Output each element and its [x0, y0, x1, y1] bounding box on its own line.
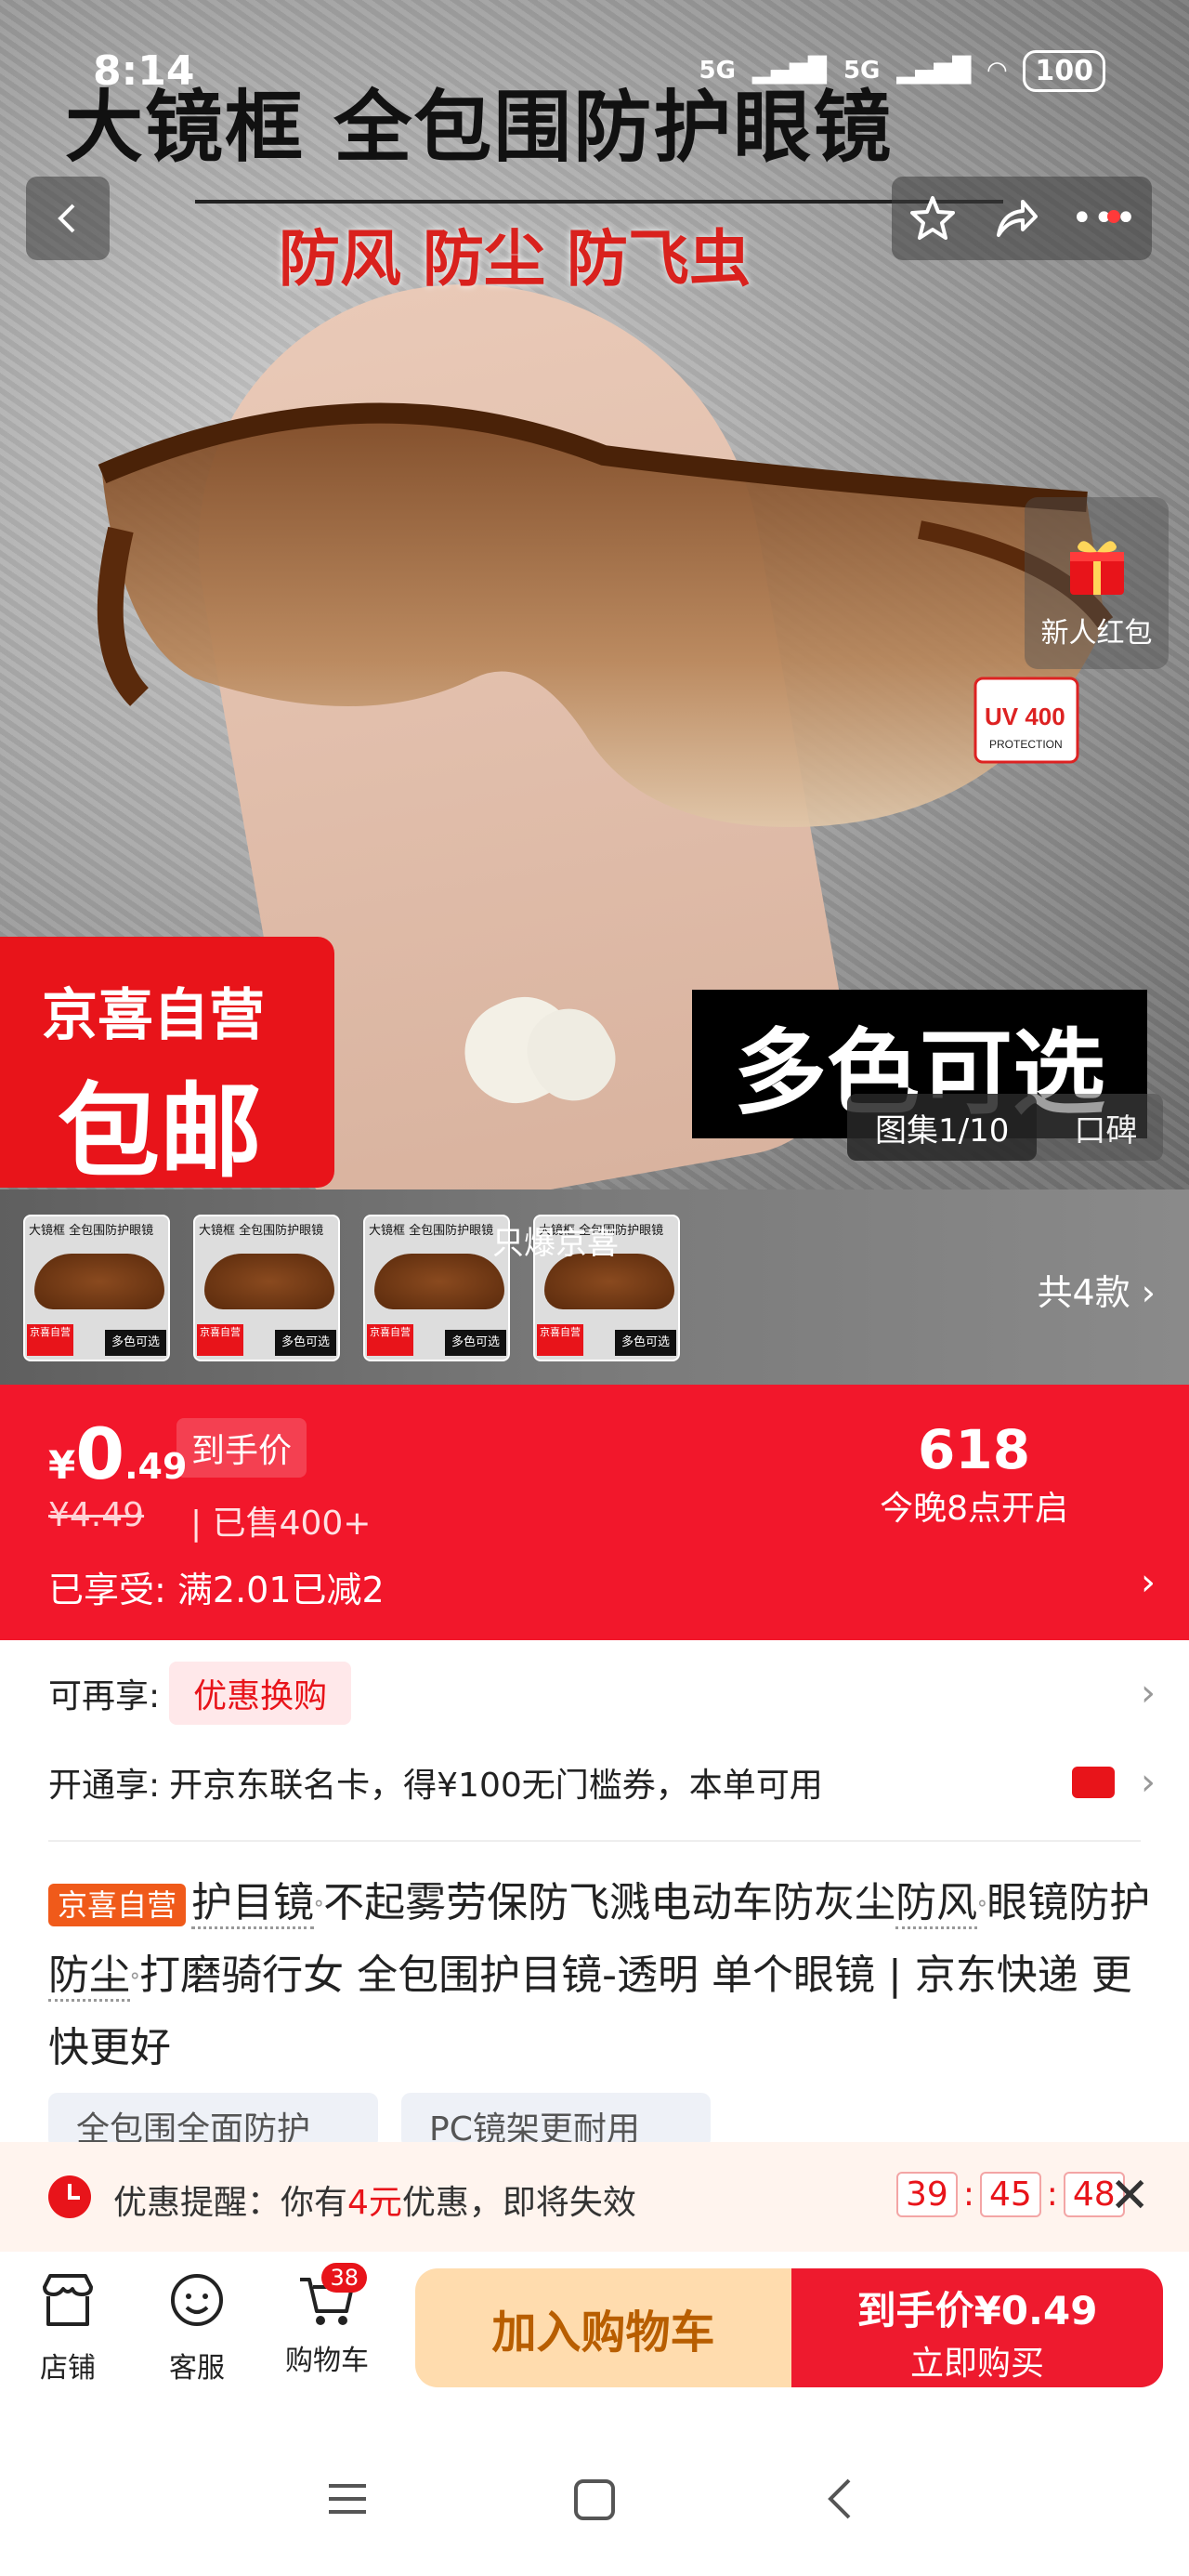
menu-icon[interactable] — [325, 2477, 370, 2521]
back-button[interactable] — [26, 177, 110, 260]
search-icon: ᐤ — [130, 1967, 140, 1995]
hero-subtitle: 防风 防尘 防飞虫 — [279, 223, 751, 295]
share-icon[interactable] — [989, 192, 1041, 244]
sku-strip: 大镜框 全包围防护眼镜 京喜自营 多色可选 大镜框 全包围防护眼镜 京喜自营 多色可… — [0, 1189, 1189, 1385]
countdown-timer: 39:45:48 — [896, 2172, 1125, 2217]
search-icon: ᐤ — [977, 1895, 987, 1923]
more-offers-label: 可再享: — [48, 1677, 161, 1715]
cart-icon: 38 — [296, 2263, 367, 2332]
battery: 100 — [1023, 49, 1105, 92]
final-price: ¥0.49 — [48, 1413, 188, 1495]
sku-thumbnail[interactable]: 大镜框 全包围防护眼镜 京喜自营 多色可选 — [363, 1215, 510, 1361]
sku-thumbnail[interactable]: 大镜框 全包围防护眼镜 京喜自营 多色可选 — [193, 1215, 340, 1361]
reminder-text: 优惠提醒：你有4元优惠，即将失效 — [113, 2184, 636, 2222]
card-icon — [1072, 1767, 1115, 1798]
card-offer-text: 开京东联名卡，得¥100无门槛券，本单可用 — [169, 1767, 823, 1805]
signal-icon: ▂▄▆█ — [751, 57, 827, 85]
live-tag: 只爆京喜 — [492, 1225, 619, 1262]
status-time: 8:14 — [93, 46, 195, 95]
red-packet-label: 新人红包 — [1040, 617, 1153, 650]
gift-icon — [1069, 541, 1124, 595]
signal-icon: ▂▄▆█ — [896, 57, 972, 85]
sold-count: | 已售400+ — [190, 1505, 372, 1543]
jingxi-tag: 京喜自营 — [48, 1884, 187, 1926]
cart-button[interactable]: 38 购物车 — [276, 2263, 378, 2378]
feature-chip[interactable]: PC镜架更耐用 — [401, 2093, 711, 2149]
jingxi-badge: 京喜自营 包邮 — [0, 937, 334, 1189]
coupon-reminder[interactable]: 优惠提醒：你有4元优惠，即将失效 39:45:48 ✕ — [0, 2142, 1189, 2252]
net-5g: 5G — [699, 57, 736, 85]
card-offer-row[interactable]: 开通享: 开京东联名卡，得¥100无门槛券，本单可用 › — [48, 1745, 1156, 1820]
final-price-label: 到手价 — [176, 1418, 307, 1478]
chevron-right-icon: › — [1141, 1761, 1156, 1804]
notification-dot — [1106, 210, 1120, 223]
home-icon[interactable] — [571, 2477, 618, 2523]
sku-thumbnail[interactable]: 大镜框 全包围防护眼镜 京喜自营 多色可选 — [23, 1215, 170, 1361]
add-to-cart-button[interactable]: 加入购物车 — [415, 2268, 791, 2387]
search-icon: ᐤ — [314, 1895, 324, 1923]
chevron-right-icon: › — [1141, 1561, 1156, 1604]
tab-gallery[interactable]: 图集1/10 — [847, 1094, 1038, 1161]
sku-more-button[interactable]: 共4款 › — [1038, 1264, 1156, 1315]
clock-icon — [48, 2175, 91, 2218]
more-icon[interactable]: ••• — [1071, 197, 1137, 240]
close-icon[interactable]: ✕ — [1109, 2168, 1150, 2224]
keyword-link[interactable]: 护目镜 — [191, 1879, 315, 1929]
original-price: ¥4.49 — [48, 1496, 145, 1534]
exchange-chip[interactable]: 优惠换购 — [169, 1662, 352, 1725]
buy-now-button[interactable]: 到手价¥0.49 立即购买 — [791, 2268, 1163, 2387]
badge-line1: 京喜自营 — [42, 983, 265, 1048]
net-5g: 5G — [843, 57, 881, 85]
wifi-icon: ◠ — [987, 57, 1007, 85]
svg-text:PROTECTION: PROTECTION — [989, 738, 1063, 751]
service-button[interactable]: 客服 — [146, 2270, 248, 2385]
favorite-star-icon[interactable] — [907, 192, 959, 244]
product-title: 京喜自营 护目镜ᐤ不起雾劳保防飞溅电动车防灰尘防风ᐤ眼镜防护防尘ᐤ打磨骑行女 全包… — [48, 1879, 1151, 2071]
gallery-tabs: 图集1/10 口碑 — [847, 1094, 1163, 1161]
system-nav-bar — [0, 2419, 1189, 2576]
sku-more-label: 共4款 — [1037, 1272, 1130, 1313]
keyword-link[interactable]: 防尘 — [48, 1952, 130, 2002]
back-arrow-icon — [58, 204, 75, 233]
more-offers-row[interactable]: 可再享: 优惠换购 › — [48, 1656, 1156, 1730]
back-icon[interactable] — [819, 2477, 864, 2521]
badge-line2: 包邮 — [58, 1072, 262, 1189]
card-offer-label: 开通享: — [48, 1767, 161, 1805]
new-user-red-packet[interactable]: 新人红包 — [1025, 497, 1169, 669]
cart-count-badge: 38 — [321, 2263, 367, 2293]
promo-618[interactable]: 618 今晚8点开启 — [880, 1418, 1068, 1530]
uv-label: UV 400 — [985, 703, 1065, 730]
keyword-link[interactable]: 防风 — [895, 1879, 978, 1929]
divider — [48, 1840, 1141, 1842]
feature-chip[interactable]: 全包围全面防护 — [48, 2093, 378, 2149]
store-icon — [43, 2274, 93, 2326]
status-bar: 8:14 5G ▂▄▆█ 5G ▂▄▆█ ◠ 100 — [93, 45, 1105, 97]
bottom-action-bar: 店铺 客服 38 购物车 加入购物车 到手价¥0.49 立即购买 — [0, 2252, 1189, 2419]
glasses-image: UV 400 PROTECTION — [97, 402, 1114, 827]
chevron-right-icon: › — [1141, 1672, 1156, 1715]
store-button[interactable]: 店铺 — [17, 2270, 119, 2385]
top-actions: ••• — [892, 177, 1152, 260]
service-icon — [171, 2274, 223, 2326]
tab-reviews[interactable]: 口碑 — [1037, 1105, 1137, 1150]
hero-divider — [195, 200, 1003, 204]
discount-applied[interactable]: 已享受: 满2.01已减2 — [48, 1561, 385, 1612]
price-band: ¥0.49 到手价 ¥4.49 | 已售400+ 618 今晚8点开启 已享受:… — [0, 1385, 1189, 1640]
